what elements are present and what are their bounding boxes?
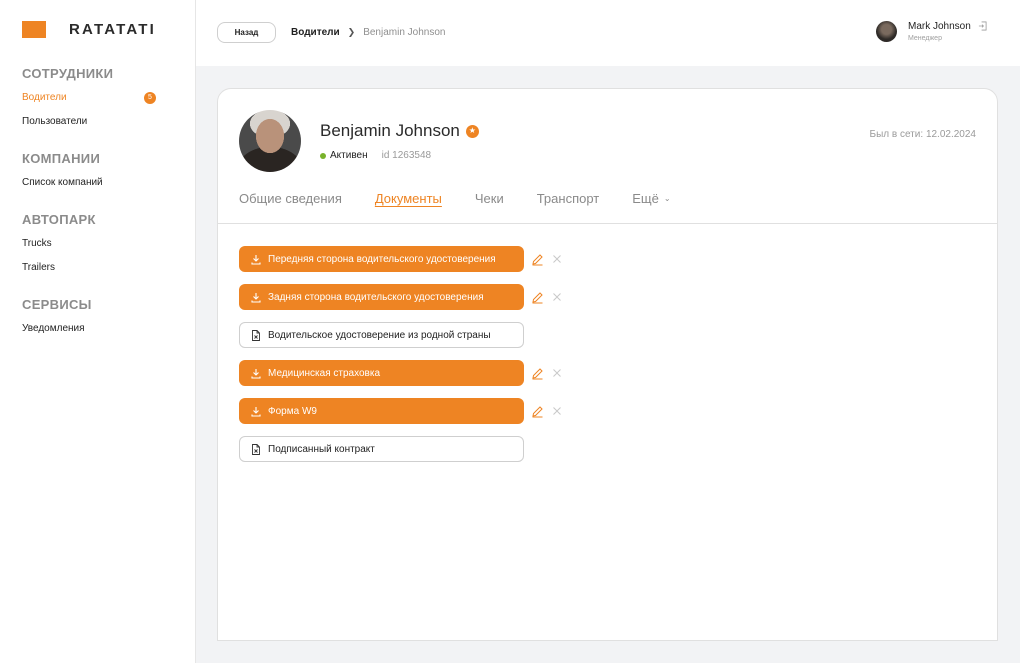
tab-receipts[interactable]: Чеки	[475, 187, 504, 209]
file-icon	[252, 329, 260, 341]
nav-section-services: СЕРВИСЫ Уведомления	[22, 297, 162, 341]
driver-status-line: Активен id 1263548	[320, 150, 431, 161]
document-label: Водительское удостоверение из родной стр…	[268, 329, 491, 341]
nav-heading: КОМПАНИИ	[22, 151, 101, 166]
breadcrumb-parent-link[interactable]: Водители	[291, 27, 340, 38]
document-label: Передняя сторона водительского удостовер…	[268, 253, 496, 265]
user-name: Mark Johnson	[908, 21, 971, 32]
documents-list: Передняя сторона водительского удостовер…	[239, 246, 562, 474]
driver-id: id 1263548	[381, 150, 432, 161]
download-icon	[251, 292, 261, 303]
nav-section-employees: СОТРУДНИКИ Водители 5 Пользователи	[22, 66, 162, 134]
download-icon	[251, 254, 261, 265]
sidebar-item-drivers[interactable]: Водители 5	[22, 86, 162, 110]
file-icon	[252, 443, 260, 455]
pencil-icon[interactable]	[531, 405, 544, 418]
upload-document-button[interactable]: Подписанный контракт	[239, 436, 524, 462]
document-label: Подписанный контракт	[268, 443, 375, 455]
tab-transport[interactable]: Транспорт	[537, 187, 600, 209]
download-document-button[interactable]: Задняя сторона водительского удостоверен…	[239, 284, 524, 310]
sidebar-item-notifications[interactable]: Уведомления	[22, 317, 162, 341]
list-item: Медицинская страховка	[239, 360, 562, 386]
star-icon: ★	[465, 124, 479, 138]
breadcrumb: Водители ❯ Benjamin Johnson	[291, 27, 445, 38]
document-label: Задняя сторона водительского удостоверен…	[268, 291, 484, 303]
sidebar-item-company-list[interactable]: Список компаний	[22, 171, 162, 195]
close-icon[interactable]	[552, 406, 562, 416]
user-avatar[interactable]	[876, 21, 897, 42]
close-icon[interactable]	[552, 368, 562, 378]
logout-icon[interactable]	[978, 21, 987, 31]
status-dot-icon	[320, 152, 326, 159]
pencil-icon[interactable]	[531, 291, 544, 304]
driver-name-text: Benjamin Johnson	[320, 121, 460, 140]
logo-text: RATATATI	[69, 21, 157, 38]
tab-more-label: Ещё	[632, 190, 659, 206]
sidebar-item-trailers[interactable]: Trailers	[22, 256, 162, 280]
driver-profile-card: Benjamin Johnson ★ Активен id 1263548 Бы…	[217, 88, 998, 641]
sidebar-item-label: Водители	[22, 92, 67, 103]
sidebar-item-trucks[interactable]: Trucks	[22, 232, 162, 256]
list-item: Передняя сторона водительского удостовер…	[239, 246, 562, 272]
download-document-button[interactable]: Передняя сторона водительского удостовер…	[239, 246, 524, 272]
pencil-icon[interactable]	[531, 253, 544, 266]
last-seen: Был в сети: 12.02.2024	[869, 129, 976, 140]
main-content: Benjamin Johnson ★ Активен id 1263548 Бы…	[196, 66, 1020, 663]
tab-documents[interactable]: Документы	[375, 187, 442, 209]
upload-document-button[interactable]: Водительское удостоверение из родной стр…	[239, 322, 524, 348]
top-header: Назад Водители ❯ Benjamin Johnson Mark J…	[196, 0, 1020, 66]
driver-avatar	[239, 110, 301, 172]
nav-heading: СЕРВИСЫ	[22, 297, 92, 312]
driver-name: Benjamin Johnson ★	[320, 121, 479, 141]
sidebar-item-users[interactable]: Пользователи	[22, 110, 162, 134]
nav-heading: АВТОПАРК	[22, 212, 96, 227]
profile-tabs: Общие сведения Документы Чеки Транспорт …	[239, 187, 704, 209]
close-icon[interactable]	[552, 292, 562, 302]
tab-more[interactable]: Ещё ⌄	[632, 187, 670, 209]
list-item: Подписанный контракт	[239, 436, 562, 462]
user-meta: Mark Johnson Менеджер	[908, 21, 971, 45]
document-label: Форма W9	[268, 405, 317, 417]
list-item: Задняя сторона водительского удостоверен…	[239, 284, 562, 310]
status-badge: Активен	[330, 150, 368, 161]
current-user: Mark Johnson Менеджер	[876, 21, 987, 45]
logo[interactable]: RATATATI	[22, 21, 156, 38]
download-document-button[interactable]: Форма W9	[239, 398, 524, 424]
list-item: Водительское удостоверение из родной стр…	[239, 322, 562, 348]
nav-section-companies: КОМПАНИИ Список компаний	[22, 151, 162, 195]
notification-badge: 5	[144, 92, 156, 104]
list-item: Форма W9	[239, 398, 562, 424]
document-label: Медицинская страховка	[268, 367, 381, 379]
chevron-down-icon: ⌄	[663, 193, 671, 203]
tabs-divider	[218, 223, 997, 224]
back-button[interactable]: Назад	[217, 22, 276, 43]
user-role: Менеджер	[908, 35, 942, 42]
download-document-button[interactable]: Медицинская страховка	[239, 360, 524, 386]
nav-heading: СОТРУДНИКИ	[22, 66, 114, 81]
chevron-right-icon: ❯	[347, 27, 356, 37]
pencil-icon[interactable]	[531, 367, 544, 380]
tab-general[interactable]: Общие сведения	[239, 187, 342, 209]
nav-section-fleet: АВТОПАРК Trucks Trailers	[22, 212, 162, 280]
breadcrumb-current: Benjamin Johnson	[363, 27, 446, 38]
sidebar: RATATATI СОТРУДНИКИ Водители 5 Пользоват…	[0, 0, 196, 663]
close-icon[interactable]	[552, 254, 562, 264]
logo-mark-icon	[22, 21, 46, 38]
download-icon	[251, 406, 261, 417]
download-icon	[251, 368, 261, 379]
